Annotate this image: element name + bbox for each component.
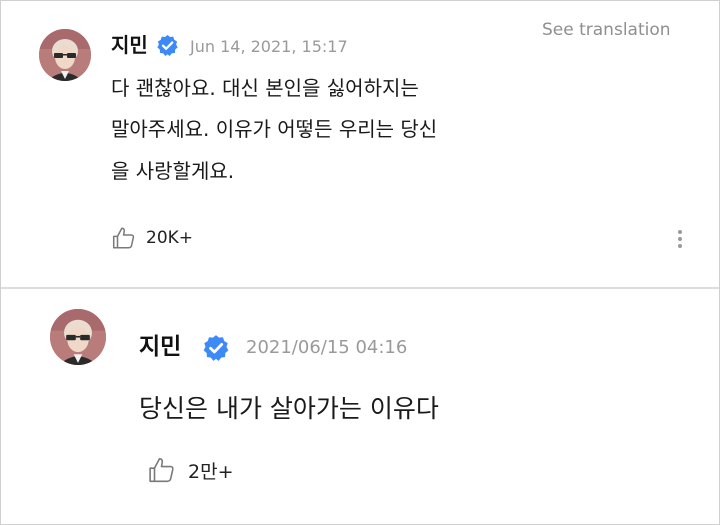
screenshot-frame: 지민 Jun 14, 2021, 15:17 See translation 다… xyxy=(0,0,720,525)
avatar[interactable] xyxy=(39,29,91,81)
thumbs-up-icon xyxy=(147,455,177,485)
more-vertical-icon[interactable] xyxy=(674,230,686,251)
avatar-image xyxy=(39,29,91,81)
comment-timestamp: 2021/06/15 04:16 xyxy=(246,337,408,358)
like-button[interactable]: 20K+ xyxy=(111,225,193,251)
like-count: 2만+ xyxy=(188,460,234,483)
comment-text-line-3: 을 사랑할게요. xyxy=(111,159,235,183)
comment-card-2: 지민 2021/06/15 04:16 당신은 내가 살아가는 이유다 2만+ xyxy=(1,289,719,524)
thumbs-up-icon xyxy=(111,225,137,251)
avatar-image xyxy=(50,309,106,365)
avatar[interactable] xyxy=(50,309,106,365)
author-name[interactable]: 지민 xyxy=(111,33,148,57)
author-name[interactable]: 지민 xyxy=(139,333,181,361)
verified-check-icon xyxy=(156,34,179,57)
verified-check-icon xyxy=(202,334,230,362)
see-translation-link[interactable]: See translation xyxy=(542,20,671,40)
comment-text: 당신은 내가 살아가는 이유다 xyxy=(139,394,439,423)
like-count: 20K+ xyxy=(146,228,194,248)
like-button[interactable]: 2만+ xyxy=(147,455,234,485)
comment-text-line-2: 말아주세요. 이유가 어떻든 우리는 당신 xyxy=(111,117,438,141)
comment-timestamp: Jun 14, 2021, 15:17 xyxy=(190,37,348,56)
comment-text-line-1: 다 괜찮아요. 대신 본인을 싫어하지는 xyxy=(111,76,419,100)
comment-card-1: 지민 Jun 14, 2021, 15:17 See translation 다… xyxy=(1,1,719,287)
